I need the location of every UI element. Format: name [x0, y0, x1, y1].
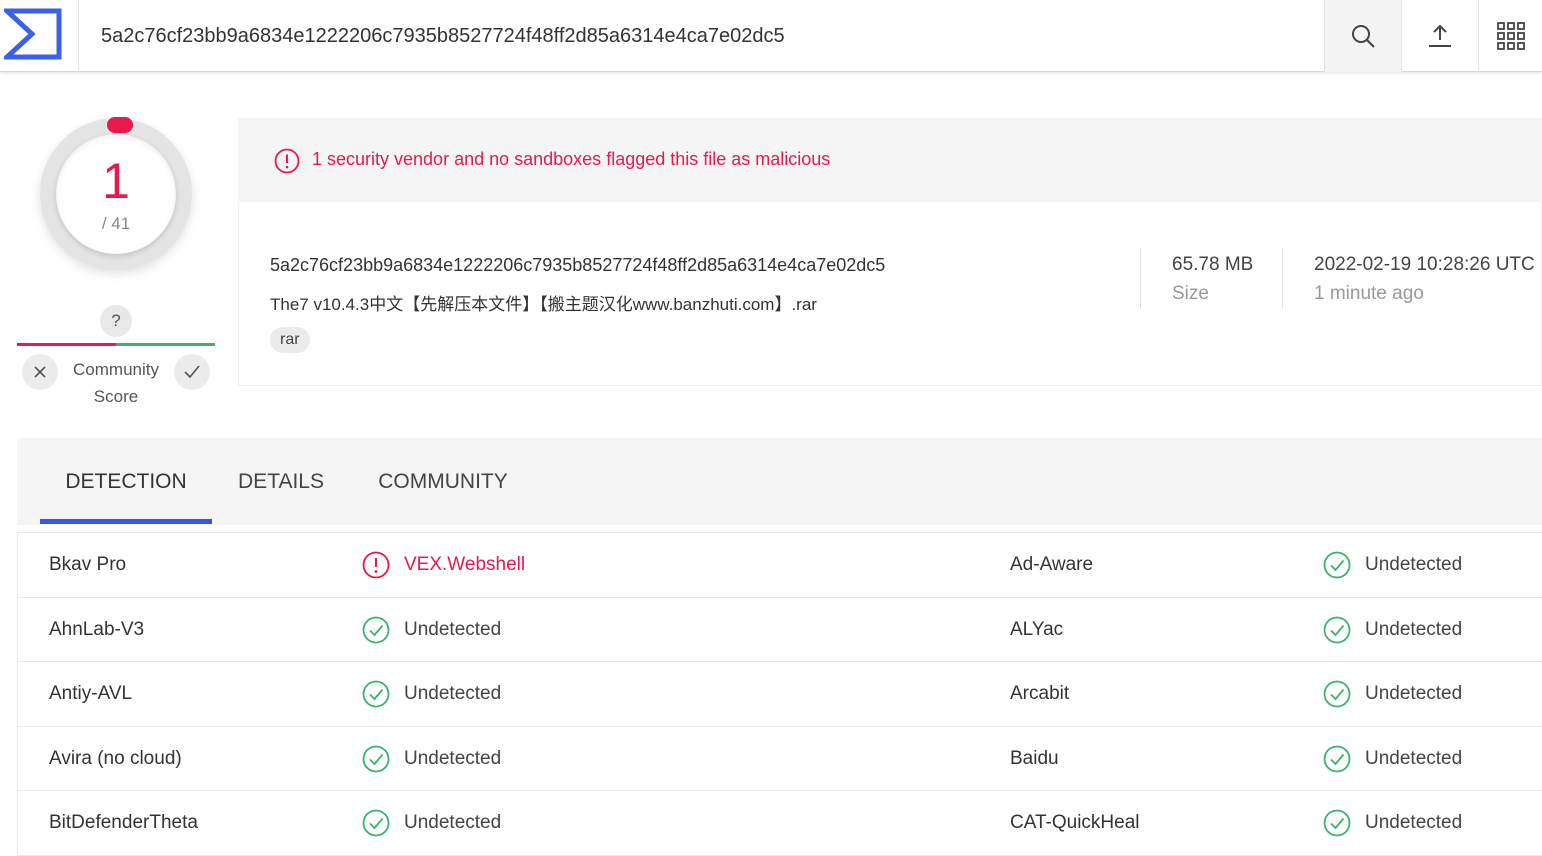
divider [1282, 248, 1283, 308]
detection-total: / 41 [101, 214, 131, 233]
table-row: AhnLab-V3 Undetected ALYac Undetected [18, 598, 1542, 663]
detection-result: Undetected [1365, 812, 1463, 834]
file-size-value: 65.78 MB [1172, 254, 1254, 275]
vote-harmless-button[interactable] [174, 354, 210, 390]
file-size-label: Size [1172, 283, 1209, 304]
malicious-alert-banner: 1 security vendor and no sandboxes flagg… [238, 118, 1542, 202]
check-circle-icon [362, 745, 390, 778]
alert-text: 1 security vendor and no sandboxes flagg… [312, 149, 831, 169]
detection-result: VEX.Webshell [404, 554, 526, 575]
file-hash: 5a2c76cf23bb9a6834e1222206c7935b8527724f… [270, 255, 886, 275]
detection-result: Undetected [404, 812, 502, 834]
logo-icon [4, 8, 62, 60]
table-row: Antiy-AVL Undetected Arcabit Undetected [18, 662, 1542, 727]
table-row: Bkav Pro VEX.Webshell Ad-Aware Undetected [18, 533, 1542, 598]
engine-name: BitDefenderTheta [49, 812, 198, 834]
check-circle-icon [362, 616, 390, 649]
engine-name: Bkav Pro [49, 554, 127, 575]
community-score-bar-positive [116, 343, 215, 346]
engine-name: Baidu [1010, 747, 1059, 769]
detection-result: Undetected [1365, 554, 1463, 575]
search-icon [1352, 25, 1375, 48]
engine-name: Antiy-AVL [49, 683, 133, 705]
alert-icon [362, 551, 390, 584]
check-circle-icon [362, 809, 390, 842]
vote-harmful-button[interactable] [22, 354, 58, 390]
detection-count: 1 [102, 153, 130, 209]
engine-name: Avira (no cloud) [49, 747, 182, 769]
analysis-date-relative: 1 minute ago [1314, 283, 1424, 304]
top-bar [0, 0, 1542, 72]
community-score-value: ? [100, 305, 132, 337]
check-circle-icon [1323, 680, 1351, 713]
table-row: Avira (no cloud) Undetected Baidu Undetecte… [18, 727, 1542, 792]
detection-results-table: Bkav Pro VEX.Webshell Ad-Aware Undetected Ah… [17, 532, 1542, 856]
file-type-tag[interactable]: rar [270, 327, 310, 353]
engine-name: CAT-QuickHeal [1010, 812, 1140, 834]
detection-result: Undetected [404, 618, 502, 640]
check-circle-icon [1323, 745, 1351, 778]
community-score-label: Community Score [73, 360, 159, 406]
divider [1140, 248, 1141, 308]
detection-result: Undetected [404, 747, 502, 769]
check-circle-icon [1323, 809, 1351, 842]
tab-details[interactable]: DETAILS [229, 438, 333, 525]
upload-icon [1429, 24, 1451, 47]
engine-name: Ad-Aware [1010, 554, 1094, 575]
community-score-bar-negative [17, 343, 116, 346]
engine-name: AhnLab-V3 [49, 618, 145, 640]
file-name: The7 v10.4.3中文【先解压本文件】【搬主题汉化www.banzhuti… [270, 295, 817, 314]
detection-score-center: 1 / 41 [56, 134, 176, 254]
virustotal-logo[interactable] [0, 0, 79, 72]
alert-icon [274, 148, 300, 174]
engine-name: Arcabit [1010, 683, 1070, 705]
tab-detection[interactable]: DETECTION [40, 438, 212, 525]
check-circle-icon [1323, 551, 1351, 584]
detection-result: Undetected [1365, 747, 1463, 769]
search-input[interactable] [79, 0, 1324, 72]
detection-result: Undetected [1365, 683, 1463, 705]
detection-score-ring: 1 / 41 [40, 117, 192, 270]
apps-button[interactable] [1478, 0, 1542, 72]
check-circle-icon [1323, 616, 1351, 649]
close-icon [34, 366, 46, 378]
tab-community[interactable]: COMMUNITY [364, 438, 522, 525]
detection-result: Undetected [404, 683, 502, 705]
detection-result: Undetected [1365, 618, 1463, 640]
tab-bar: DETECTION DETAILS COMMUNITY [17, 438, 1542, 525]
check-circle-icon [362, 680, 390, 713]
active-tab-indicator [40, 519, 212, 524]
file-info-card: 5a2c76cf23bb9a6834e1222206c7935b8527724f… [238, 202, 1542, 386]
apps-grid-icon [1496, 22, 1525, 50]
upload-button[interactable] [1401, 0, 1478, 72]
table-row: BitDefenderTheta Undetected CAT-QuickHeal U… [18, 791, 1542, 856]
search-button[interactable] [1324, 0, 1401, 72]
engine-name: ALYac [1010, 618, 1064, 640]
detection-score-marker [107, 117, 133, 133]
analysis-date-value: 2022-02-19 10:28:26 UTC [1314, 254, 1535, 275]
check-icon [184, 365, 200, 379]
